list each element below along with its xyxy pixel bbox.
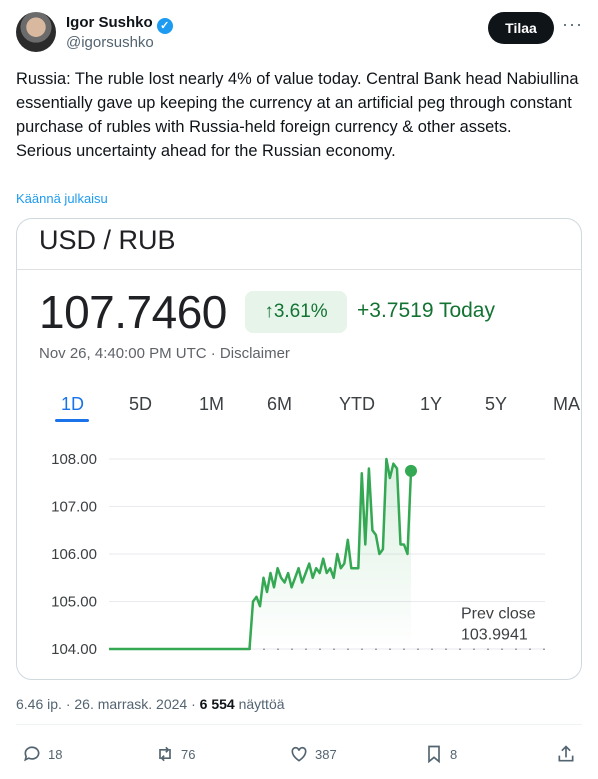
views-count: 6 554 — [199, 696, 235, 712]
avatar[interactable] — [16, 12, 56, 52]
like-count: 387 — [315, 746, 337, 762]
tab-ytd[interactable]: YTD — [339, 394, 375, 415]
currency-pair: USD / RUB — [39, 225, 176, 255]
author-name-row[interactable]: Igor Sushko ✓ — [66, 14, 173, 34]
author-handle[interactable]: @igorsushko — [66, 34, 154, 51]
current-price-dot — [405, 464, 417, 477]
tab-max[interactable]: MA — [553, 394, 580, 415]
heart-icon — [291, 746, 307, 762]
repost-button[interactable]: 76 — [155, 744, 195, 764]
more-options-icon[interactable]: ··· — [562, 14, 583, 35]
tweet-meta: 6.46 ip. · 26. marrask. 2024 · 6 554 näy… — [16, 696, 285, 712]
reply-count: 18 — [48, 746, 63, 762]
y-tick-label: 105.00 — [51, 594, 97, 611]
share-icon — [558, 745, 574, 762]
repost-icon — [159, 746, 171, 762]
timestamp: Nov 26, 4:40:00 PM UTC · Disclaimer — [39, 345, 290, 362]
y-tick-label: 106.00 — [51, 546, 97, 563]
author-name[interactable]: Igor Sushko — [66, 14, 153, 31]
tab-1y[interactable]: 1Y — [420, 394, 442, 415]
tab-5d[interactable]: 5D — [129, 394, 152, 415]
bookmark-icon — [428, 745, 440, 764]
y-tick-label: 108.00 — [51, 451, 97, 468]
follow-button[interactable]: Tilaa — [488, 12, 554, 44]
tab-6m[interactable]: 6M — [267, 394, 292, 415]
change-today: +3.7519 Today — [357, 299, 495, 322]
reply-icon — [24, 746, 40, 762]
verified-icon: ✓ — [156, 18, 173, 34]
y-tick-label: 107.00 — [51, 499, 97, 516]
prev-close-label: Prev close — [461, 605, 536, 622]
y-tick-label: 104.00 — [51, 641, 97, 658]
tweet-text: Russia: The ruble lost nearly 4% of valu… — [16, 67, 586, 163]
attached-image[interactable]: USD / RUB 107.7460 ↑3.61% +3.7519 Today … — [16, 218, 582, 680]
bookmark-button[interactable]: 8 — [424, 744, 457, 764]
tab-1d[interactable]: 1D — [61, 394, 84, 415]
change-percent-badge: ↑3.61% — [245, 291, 347, 333]
divider — [16, 724, 582, 725]
tweet-line: Russia: The ruble lost nearly 4% of valu… — [16, 70, 579, 136]
repost-count: 76 — [181, 746, 196, 762]
active-tab-indicator — [55, 419, 89, 422]
tweet-line: Serious uncertainty ahead for the Russia… — [16, 142, 396, 160]
divider — [17, 269, 581, 270]
reply-button[interactable]: 18 — [22, 744, 62, 764]
tab-5y[interactable]: 5Y — [485, 394, 507, 415]
post-time[interactable]: 6.46 ip. · 26. marrask. 2024 · — [16, 696, 196, 712]
tab-1m[interactable]: 1M — [199, 394, 224, 415]
share-button[interactable] — [556, 744, 576, 764]
exchange-rate: 107.7460 — [39, 286, 227, 338]
bookmark-count: 8 — [450, 746, 458, 762]
like-button[interactable]: 387 — [289, 744, 337, 764]
prev-close-value: 103.9941 — [461, 626, 528, 643]
views-label: näyttöä — [238, 696, 285, 712]
translate-link[interactable]: Käännä julkaisu — [16, 191, 108, 206]
price-chart: 108.00 107.00 106.00 105.00 104.00 Prev close… — [51, 451, 545, 658]
